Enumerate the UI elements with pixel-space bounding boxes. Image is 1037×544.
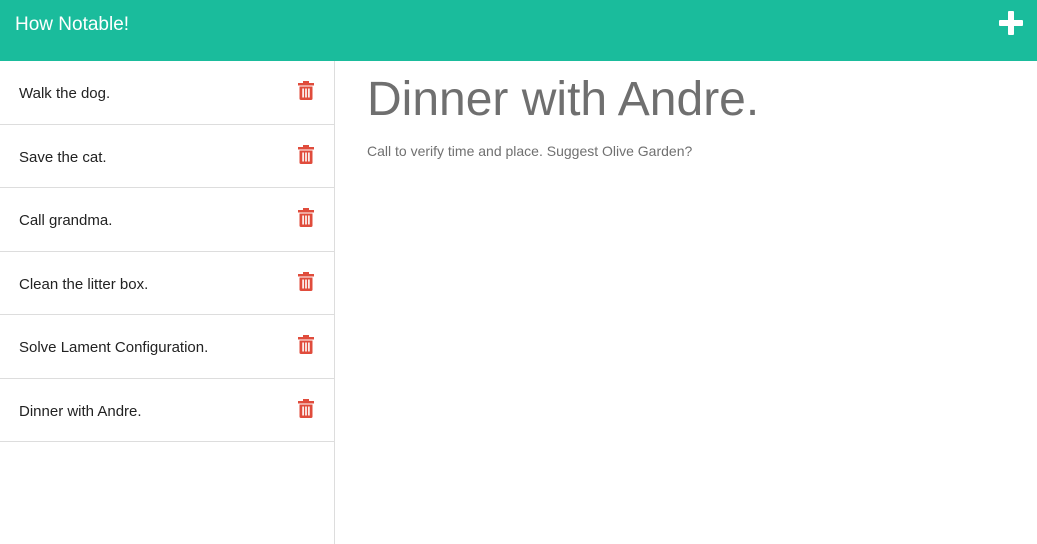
plus-icon[interactable] xyxy=(997,9,1025,37)
trash-icon[interactable] xyxy=(298,398,314,418)
trash-icon[interactable] xyxy=(298,144,314,164)
note-list-item-label: Walk the dog. xyxy=(19,85,111,102)
note-list-item-label: Dinner with Andre. xyxy=(19,402,142,420)
note-list-item[interactable]: Call grandma. xyxy=(0,188,334,252)
top-navbar: How Notable! xyxy=(0,0,1037,61)
note-list-item-label: Call grandma. xyxy=(19,212,113,229)
note-detail: Dinner with Andre. Call to verify time a… xyxy=(367,70,1017,160)
note-title: Dinner with Andre. xyxy=(367,73,760,126)
note-list-item[interactable]: Clean the litter box. xyxy=(0,252,334,315)
note-list-item-label: Save the cat. xyxy=(19,148,107,166)
note-list-item-label: Clean the litter box. xyxy=(19,275,149,293)
note-list-item[interactable]: Solve Lament Configuration. xyxy=(0,315,334,379)
trash-icon[interactable] xyxy=(298,271,314,291)
note-list-item-label: Solve Lament Configuration. xyxy=(19,339,209,356)
note-text: Call to verify time and place. Suggest O… xyxy=(367,143,693,159)
trash-icon[interactable] xyxy=(298,81,314,100)
note-list-item[interactable]: Dinner with Andre. xyxy=(0,379,334,442)
trash-icon[interactable] xyxy=(298,208,314,227)
note-list-item[interactable]: Walk the dog. xyxy=(0,61,334,125)
trash-icon[interactable] xyxy=(298,335,314,354)
note-list: Walk the dog. Save the cat. Call grandma… xyxy=(0,61,335,544)
app-title[interactable]: How Notable! xyxy=(15,14,129,36)
note-list-item[interactable]: Save the cat. xyxy=(0,125,334,188)
